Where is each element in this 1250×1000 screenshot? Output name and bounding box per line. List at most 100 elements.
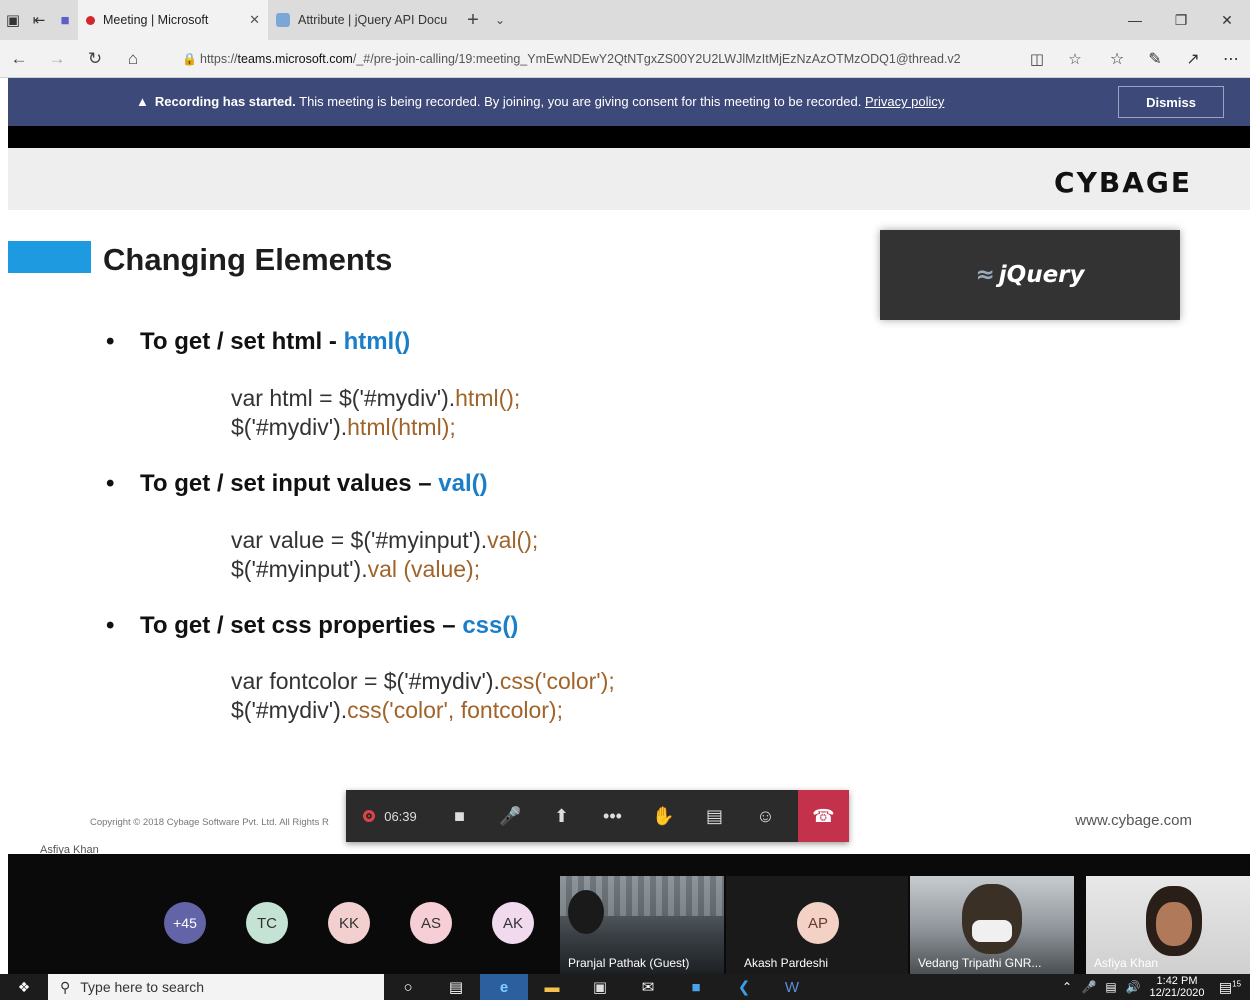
bullet-css: • To get / set css properties – css() — [106, 612, 519, 639]
favorites-hub-icon[interactable]: ☆ — [1098, 40, 1136, 78]
close-tab-icon[interactable]: ✕ — [249, 12, 260, 28]
jquery-swirl-icon: ≈ — [975, 262, 995, 288]
volume-icon[interactable]: 🔊 — [1122, 980, 1144, 994]
participants-button[interactable]: ☺ — [740, 790, 791, 842]
recording-text: This meeting is being recorded. By joini… — [295, 94, 865, 109]
participant-avatar[interactable]: AS — [410, 902, 452, 944]
vscode-icon[interactable]: ❮ — [720, 974, 768, 1000]
close-window-button[interactable]: ✕ — [1204, 0, 1250, 40]
slide-copyright: Copyright © 2018 Cybage Software Pvt. Lt… — [90, 817, 329, 828]
clock-date: 12/21/2020 — [1149, 987, 1205, 999]
minimize-button[interactable]: — — [1112, 0, 1158, 40]
windows-taskbar: ❖ ⚲ Type here to search ○ ▤ e ▬ ▣ ✉ ■ ❮ … — [0, 974, 1250, 1000]
recording-dot-icon — [86, 15, 95, 25]
more-options-icon[interactable]: ⋯ — [1212, 40, 1250, 78]
notifications-icon[interactable]: ▤15 — [1210, 979, 1250, 996]
shared-slide: CYBAGE Changing Elements ≈ jQuery • To get… — [8, 148, 1250, 856]
browser-tab-bar: ▣ ⇤ ■ Meeting | Microsoft ✕ Attribute | … — [0, 0, 1250, 40]
word-icon[interactable]: W — [768, 974, 816, 1000]
store-icon[interactable]: ▣ — [576, 974, 624, 1000]
address-actions: ◫ ☆ — [1018, 40, 1094, 78]
browser-toolbar: ☆ ✎ ↗ ⋯ — [1098, 40, 1250, 78]
mute-button[interactable]: 🎤 — [485, 790, 536, 842]
raise-hand-button[interactable]: ✋ — [638, 790, 689, 842]
video-tile[interactable]: Vedang Tripathi GNR... — [910, 876, 1074, 974]
video-tile[interactable]: Pranjal Pathak (Guest) — [560, 876, 724, 974]
set-aside-tabs-icon[interactable]: ⇤ — [26, 0, 52, 40]
hang-up-button[interactable]: ☎ — [798, 790, 849, 842]
tab-teams-meeting[interactable]: Meeting | Microsoft ✕ — [78, 0, 268, 40]
url-field[interactable]: 🔒 https://teams.microsoft.com/_#/pre-joi… — [182, 46, 1082, 72]
clock-time: 1:42 PM — [1156, 975, 1198, 987]
teams-favicon-icon: ■ — [60, 11, 70, 29]
chat-button[interactable]: ▤ — [689, 790, 740, 842]
participant-avatar: AP — [797, 902, 839, 944]
start-button[interactable]: ❖ — [0, 974, 48, 1000]
new-tab-button[interactable]: + — [458, 9, 488, 32]
dismiss-button[interactable]: Dismiss — [1118, 86, 1224, 118]
participant-avatar[interactable]: TC — [246, 902, 288, 944]
more-participants-button[interactable]: +45 — [164, 902, 206, 944]
show-hidden-icons-icon[interactable]: ⌃ — [1056, 980, 1078, 994]
lock-icon: 🔒 — [182, 52, 197, 66]
function-name: html() — [343, 328, 411, 355]
call-timer: 06:39 — [346, 809, 434, 824]
slide-header: CYBAGE — [8, 148, 1250, 210]
tab-jquery-docs[interactable]: Attribute | jQuery API Docu — [268, 0, 458, 40]
network-icon[interactable]: ▤ — [1100, 980, 1122, 994]
participant-avatar[interactable]: AK — [492, 902, 534, 944]
edge-browser-icon[interactable]: e — [480, 974, 528, 1000]
tab-preview-chevron-icon[interactable]: ⌄ — [488, 13, 512, 27]
system-tray: ⌃ 🎤 ▤ 🔊 1:42 PM 12/21/2020 ▤15 — [1056, 974, 1250, 1000]
title-accent-bar — [8, 241, 91, 273]
microphone-icon[interactable]: 🎤 — [1078, 980, 1100, 994]
person-silhouette — [962, 884, 1022, 954]
face — [1156, 902, 1192, 946]
tab-title: Attribute | jQuery API Docu — [298, 13, 448, 27]
taskbar-search-input[interactable]: ⚲ Type here to search — [48, 974, 384, 1000]
taskbar-clock[interactable]: 1:42 PM 12/21/2020 — [1144, 975, 1210, 999]
recording-indicator-icon — [363, 810, 376, 822]
code-line: $('#mydiv').css('color', fontcolor); — [231, 697, 563, 723]
forward-button[interactable]: → — [38, 40, 76, 78]
search-placeholder: Type here to search — [80, 979, 205, 995]
task-view-icon[interactable]: ▤ — [432, 974, 480, 1000]
restore-button[interactable]: ❐ — [1158, 0, 1204, 40]
person-silhouette — [568, 890, 604, 934]
cortana-icon[interactable]: ○ — [384, 974, 432, 1000]
participants-strip: +45 TC KK AS AK Pranjal Pathak (Guest) A… — [8, 854, 1250, 974]
share-screen-button[interactable]: ⬆ — [536, 790, 587, 842]
pen-notes-icon[interactable]: ✎ — [1136, 40, 1174, 78]
share-icon[interactable]: ↗ — [1174, 40, 1212, 78]
divider-strip — [8, 126, 1250, 148]
function-name: css() — [462, 612, 519, 639]
call-controls: 06:39 ■ 🎤 ⬆ ••• ✋ ▤ ☺ ☎ — [346, 790, 849, 842]
participant-avatar[interactable]: KK — [328, 902, 370, 944]
bullet-dot-icon: • — [106, 470, 115, 497]
favorite-star-icon[interactable]: ☆ — [1056, 40, 1094, 78]
privacy-policy-link[interactable]: Privacy policy — [865, 94, 944, 109]
video-tile[interactable]: AP Akash Pardeshi — [726, 876, 908, 974]
jquery-logo-box: ≈ jQuery — [880, 230, 1180, 320]
reading-view-icon[interactable]: ◫ — [1018, 40, 1056, 78]
code-line: $('#myinput').val (value); — [231, 556, 481, 582]
tab-title: Meeting | Microsoft — [103, 13, 209, 27]
code-line: var fontcolor = $('#mydiv').css('color')… — [231, 668, 615, 694]
video-tile[interactable]: Asfiya Khan — [1086, 876, 1250, 974]
recording-lead: Recording has started. — [154, 94, 296, 109]
bullet-val: • To get / set input values – val() — [106, 470, 488, 497]
address-bar: ← → ↻ ⌂ 🔒 https://teams.microsoft.com/_#… — [0, 40, 1250, 78]
mail-icon[interactable]: ✉ — [624, 974, 672, 1000]
outlook-icon[interactable]: ■ — [672, 974, 720, 1000]
jquery-logo: ≈ jQuery — [975, 262, 1085, 288]
more-actions-button[interactable]: ••• — [587, 790, 638, 842]
code-line: var value = $('#myinput').val(); — [231, 527, 539, 553]
refresh-button[interactable]: ↻ — [76, 40, 114, 78]
home-button[interactable]: ⌂ — [114, 40, 152, 78]
back-button[interactable]: ← — [0, 40, 38, 78]
screen: ▣ ⇤ ■ Meeting | Microsoft ✕ Attribute | … — [0, 0, 1250, 1000]
notification-count: 15 — [1232, 978, 1242, 988]
tab-actions-icon[interactable]: ▣ — [0, 0, 26, 40]
file-explorer-icon[interactable]: ▬ — [528, 974, 576, 1000]
camera-off-button[interactable]: ■ — [434, 790, 485, 842]
